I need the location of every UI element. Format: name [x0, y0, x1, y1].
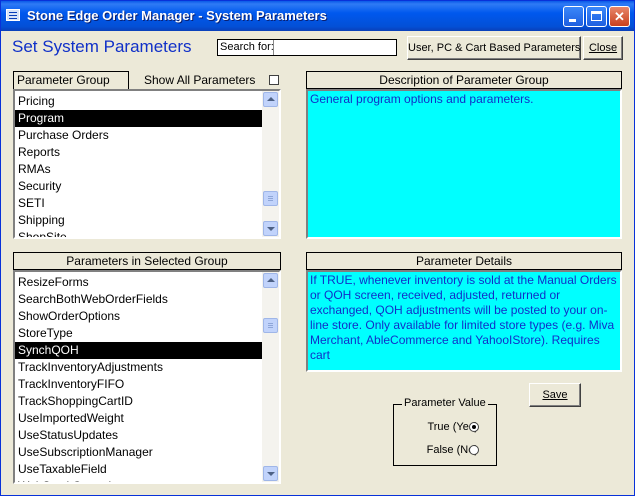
save-label: Save: [542, 389, 568, 401]
close-icon: ✕: [614, 9, 625, 24]
minimize-button[interactable]: [563, 6, 584, 27]
list-item[interactable]: WebStockControl: [15, 478, 262, 482]
list-item[interactable]: ResizeForms: [15, 274, 262, 291]
list-item[interactable]: SETI: [15, 195, 262, 212]
scroll-thumb[interactable]: [263, 318, 278, 333]
parameter-group-list[interactable]: Pricing Program Purchase Orders Reports RMAs…: [13, 89, 281, 239]
parameter-value-legend: Parameter Value: [402, 397, 488, 409]
list-item[interactable]: UseSubscriptionManager: [15, 444, 262, 461]
show-all-parameters-checkbox[interactable]: [269, 75, 279, 85]
show-all-parameters-label: Show All Parameters: [144, 73, 256, 87]
scroll-down-button[interactable]: [263, 221, 278, 236]
description-header: Description of Parameter Group: [306, 71, 622, 89]
search-input[interactable]: [273, 40, 395, 55]
maximize-button[interactable]: [586, 6, 607, 27]
scroll-down-button[interactable]: [263, 466, 278, 481]
list-item[interactable]: UseTaxableField: [15, 461, 262, 478]
parameter-value-group: Parameter Value True (Yes) False (No): [393, 397, 497, 466]
list-item[interactable]: UseImportedWeight: [15, 410, 262, 427]
window-close-button[interactable]: ✕: [609, 6, 630, 27]
page-title: Set System Parameters: [12, 37, 192, 56]
list-item[interactable]: Pricing: [15, 93, 262, 110]
list-item[interactable]: SearchBothWebOrderFields: [15, 291, 262, 308]
list-item[interactable]: UseStatusUpdates: [15, 427, 262, 444]
parameters-items: ResizeForms SearchBothWebOrderFields ShowO…: [15, 274, 262, 482]
close-button[interactable]: Close: [583, 36, 623, 60]
parameter-details-header: Parameter Details: [306, 252, 622, 270]
list-item[interactable]: Purchase Orders: [15, 127, 262, 144]
scroll-up-button[interactable]: [263, 273, 278, 288]
save-button[interactable]: Save: [529, 383, 581, 407]
minimize-icon: [569, 19, 576, 22]
list-item[interactable]: RMAs: [15, 161, 262, 178]
parameter-group-label: Parameter Group: [13, 71, 129, 89]
app-icon[interactable]: [6, 9, 20, 21]
true-radio[interactable]: [469, 422, 479, 432]
list-item[interactable]: ShowOrderOptions: [15, 308, 262, 325]
description-text: General program options and parameters.: [306, 89, 622, 239]
main-window: Stone Edge Order Manager - System Parame…: [0, 0, 635, 496]
list-item[interactable]: Shipping: [15, 212, 262, 229]
list-item[interactable]: Security: [15, 178, 262, 195]
title-bar[interactable]: Stone Edge Order Manager - System Parame…: [1, 1, 634, 31]
parameter-group-scrollbar[interactable]: [262, 91, 279, 237]
parameter-details-text: If TRUE, whenever inventory is sold at t…: [306, 270, 622, 372]
list-item[interactable]: TrackInventoryFIFO: [15, 376, 262, 393]
list-item[interactable]: Program: [15, 110, 262, 127]
parameters-scrollbar[interactable]: [262, 272, 279, 482]
scroll-thumb[interactable]: [263, 191, 278, 206]
parameters-list[interactable]: ResizeForms SearchBothWebOrderFields ShowO…: [13, 270, 281, 484]
maximize-icon: [591, 11, 602, 21]
parameters-header: Parameters in Selected Group: [13, 252, 281, 270]
scroll-up-button[interactable]: [263, 92, 278, 107]
list-item[interactable]: ShopSite: [15, 229, 262, 237]
list-item[interactable]: TrackInventoryAdjustments: [15, 359, 262, 376]
list-item[interactable]: TrackShoppingCartID: [15, 393, 262, 410]
user-pc-cart-parameters-button[interactable]: User, PC & Cart Based Parameters: [407, 36, 581, 60]
list-item[interactable]: StoreType: [15, 325, 262, 342]
list-item[interactable]: Reports: [15, 144, 262, 161]
window-title: Stone Edge Order Manager - System Parame…: [27, 8, 327, 23]
list-item[interactable]: SynchQOH: [15, 342, 262, 359]
search-label: Search for:: [220, 41, 274, 53]
false-radio[interactable]: [469, 445, 479, 455]
parameter-group-items: Pricing Program Purchase Orders Reports RMAs…: [15, 93, 262, 237]
